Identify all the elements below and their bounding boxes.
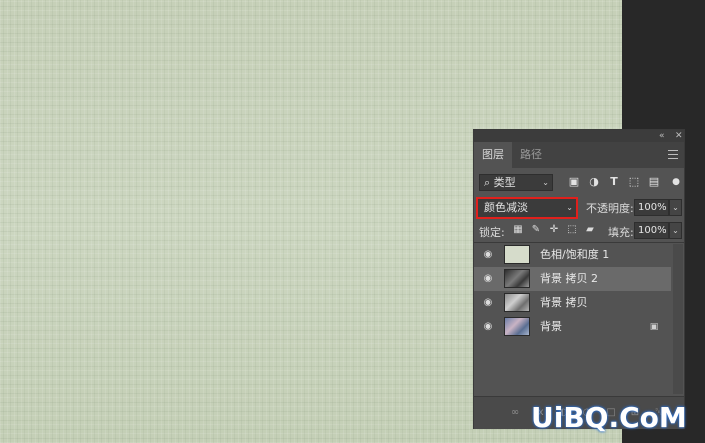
opacity-label: 不透明度: xyxy=(586,202,634,215)
blend-mode-value: 颜色减淡 xyxy=(484,201,528,214)
opacity-field[interactable]: 100% xyxy=(634,199,669,216)
panel-tabs: 图层 路径 xyxy=(474,142,684,168)
eye-icon[interactable]: ◉ xyxy=(482,321,494,333)
chevron-down-icon: ⌄ xyxy=(542,178,549,187)
filter-type-value: 类型 xyxy=(493,176,516,189)
search-icon: ⌕ xyxy=(484,176,491,189)
filter-type-select[interactable]: ⌕ 类型 ⌄ xyxy=(479,174,553,191)
layers-scrollbar[interactable] xyxy=(673,244,683,394)
fill-label: 填充: xyxy=(608,226,634,239)
layer-thumbnail xyxy=(504,269,530,288)
tab-layers[interactable]: 图层 xyxy=(474,142,512,168)
lock-transparent-icon[interactable]: ▦ xyxy=(512,223,524,237)
fill-dropdown-icon[interactable]: ⌄ xyxy=(669,222,682,239)
close-icon[interactable]: ✕ xyxy=(675,130,683,142)
blend-mode-select[interactable]: 颜色减淡 ⌄ xyxy=(476,197,578,219)
layer-filter-row: ⌕ 类型 ⌄ ▣ ◑ T ⬚ ▤ ● xyxy=(479,174,680,192)
lock-icon: ▣ xyxy=(649,322,659,332)
layers-panel: « ✕ 图层 路径 ⌕ 类型 ⌄ ▣ ◑ T ⬚ ▤ ● 颜色减淡 ⌄ 不透明度… xyxy=(473,129,685,429)
opacity-dropdown-icon[interactable]: ⌄ xyxy=(669,199,682,216)
image-filter-icon[interactable]: ▣ xyxy=(567,175,581,189)
lock-move-icon[interactable]: ✛ xyxy=(548,223,560,237)
layer-row-background-copy[interactable]: ◉ 背景 拷贝 xyxy=(474,291,671,315)
layer-name: 背景 xyxy=(540,320,562,333)
smart-object-filter-icon[interactable]: ▤ xyxy=(647,175,661,189)
type-filter-icon[interactable]: T xyxy=(607,175,621,189)
layer-thumbnail xyxy=(504,317,530,336)
blend-row: 颜色减淡 ⌄ 不透明度: 100% ⌄ xyxy=(474,196,684,220)
filter-toggle-icon[interactable]: ● xyxy=(669,175,683,189)
eye-icon[interactable]: ◉ xyxy=(482,297,494,309)
fill-field[interactable]: 100% xyxy=(634,222,669,239)
lock-artboard-icon[interactable]: ⬚ xyxy=(566,223,578,237)
tab-paths[interactable]: 路径 xyxy=(512,142,550,168)
layer-name: 背景 拷贝 2 xyxy=(540,272,598,285)
shape-filter-icon[interactable]: ⬚ xyxy=(627,175,641,189)
panel-menu-icon[interactable] xyxy=(668,150,678,159)
layer-row-background[interactable]: ◉ 背景 ▣ xyxy=(474,315,671,339)
lock-paint-icon[interactable]: ✎ xyxy=(530,223,542,237)
layer-name: 色相/饱和度 1 xyxy=(540,248,610,261)
eye-icon[interactable]: ◉ xyxy=(482,249,494,261)
lock-all-icon[interactable]: ▰ xyxy=(584,223,596,237)
collapse-icon[interactable]: « xyxy=(659,130,665,142)
layer-thumbnail xyxy=(504,245,530,264)
layer-thumbnail xyxy=(504,293,530,312)
eye-icon[interactable]: ◉ xyxy=(482,273,494,285)
chevron-down-icon: ⌄ xyxy=(566,203,573,212)
lock-row: 锁定: ▦ ✎ ✛ ⬚ ▰ 填充: 100% ⌄ xyxy=(474,222,684,240)
layer-row-hue-saturation[interactable]: ◉ 色相/饱和度 1 xyxy=(474,243,671,267)
link-icon[interactable]: ∞ xyxy=(508,406,522,420)
lock-label: 锁定: xyxy=(479,226,505,239)
layer-row-background-copy-2[interactable]: ◉ 背景 拷贝 2 xyxy=(474,267,671,291)
adjustment-filter-icon[interactable]: ◑ xyxy=(587,175,601,189)
panel-title-bar: « ✕ xyxy=(474,130,684,142)
layer-name: 背景 拷贝 xyxy=(540,296,588,309)
watermark-logo: UiBQ.CoM xyxy=(531,401,687,434)
